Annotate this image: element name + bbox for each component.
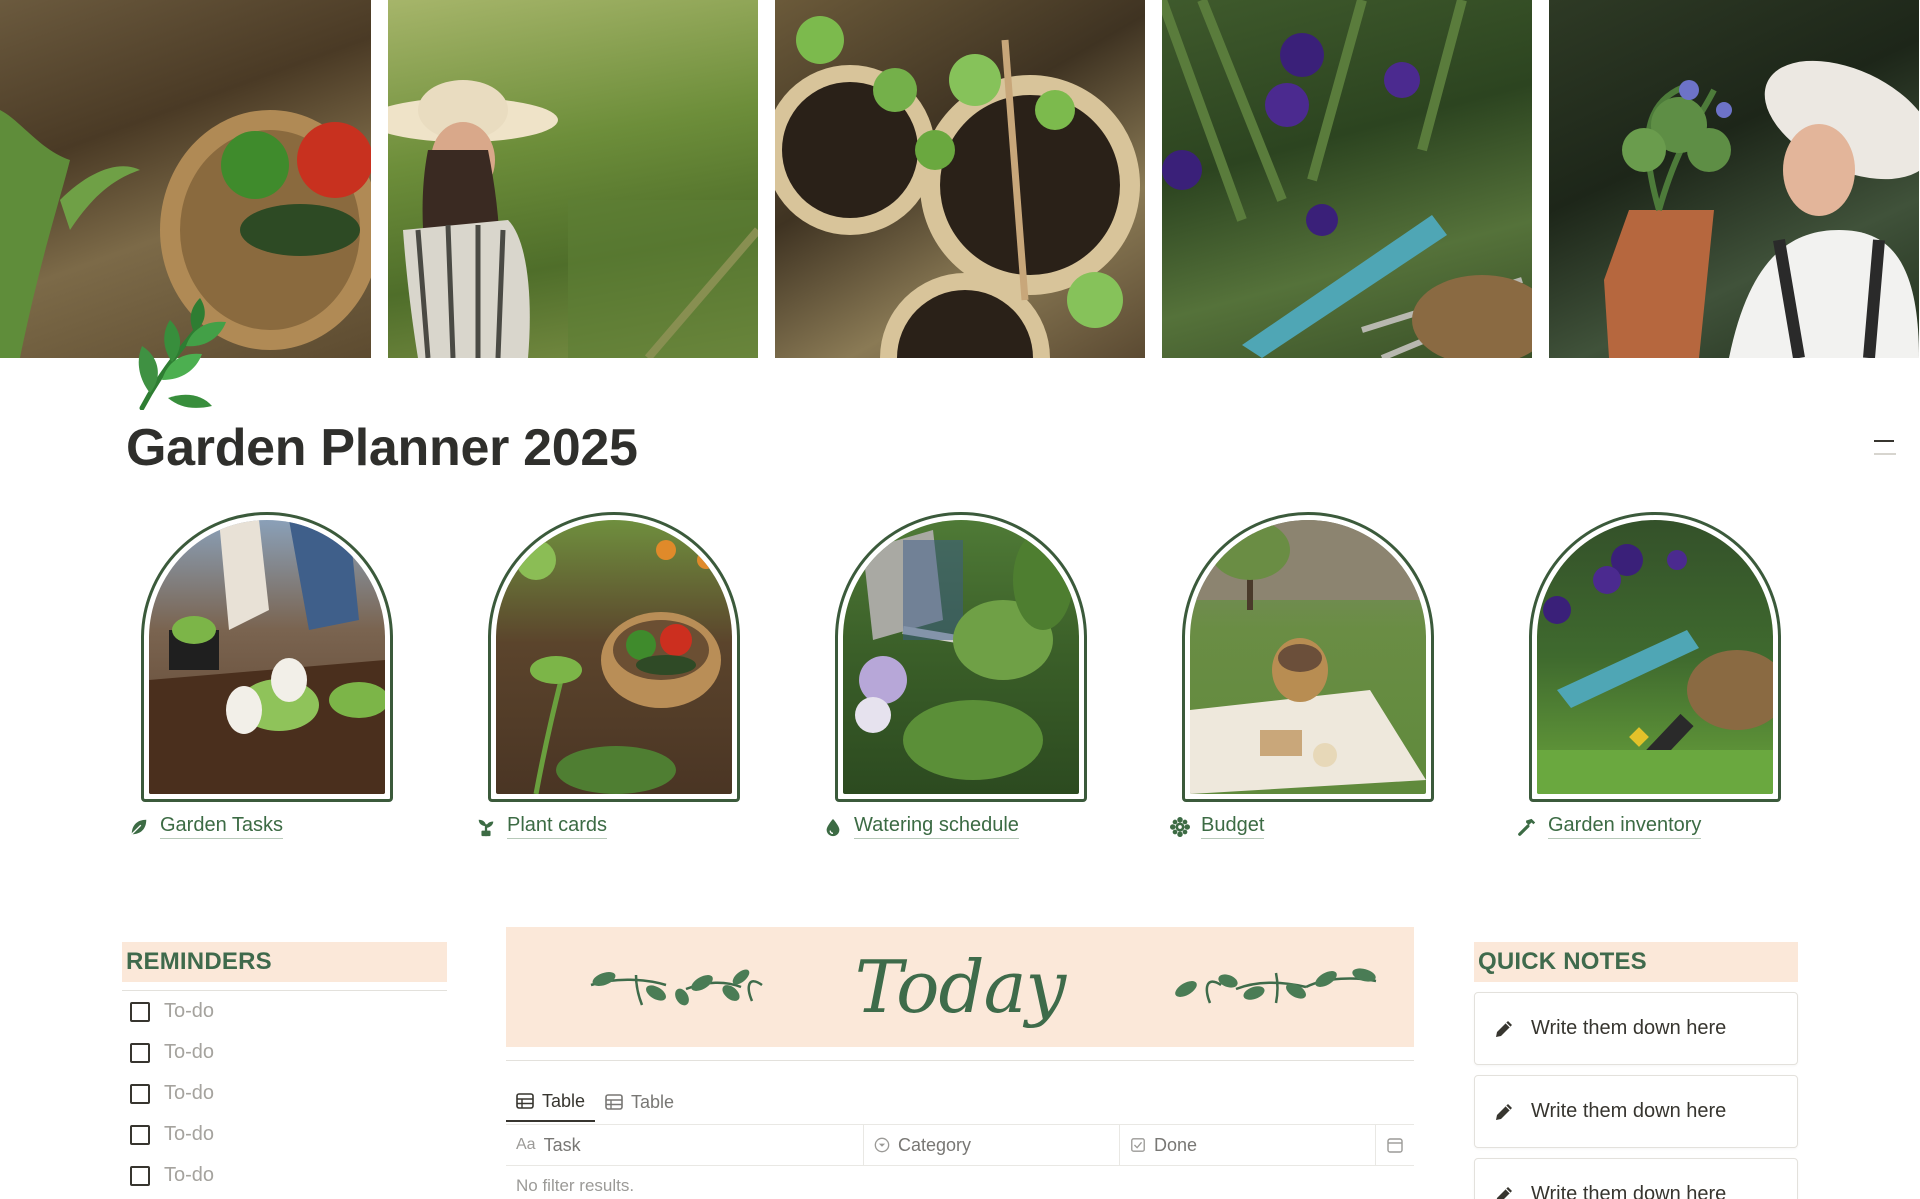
divider: [506, 1060, 1414, 1061]
gallery-card-label: Watering schedule: [854, 814, 1019, 839]
todo-text[interactable]: To-do: [164, 1000, 214, 1023]
note-card[interactable]: Write them down here: [1474, 992, 1798, 1065]
todo-item[interactable]: To-do: [122, 1114, 447, 1155]
trowel-pansies-photo: [1537, 520, 1773, 794]
water-drop-icon: [822, 816, 844, 838]
seedling-pots-photo: [775, 0, 1145, 358]
todo-text[interactable]: To-do: [164, 1164, 214, 1187]
watering-can-photo: [843, 520, 1079, 794]
todo-checkbox[interactable]: [130, 1083, 150, 1104]
today-banner[interactable]: Today: [506, 927, 1414, 1047]
gallery-card-garden-tasks[interactable]: Garden Tasks: [128, 512, 408, 839]
gallery-card-plant-cards[interactable]: Plant cards: [475, 512, 755, 839]
gallery-card-label: Budget: [1201, 814, 1265, 839]
budget-link[interactable]: Budget: [1169, 814, 1265, 839]
toc-line: [1874, 453, 1896, 455]
pencil-icon: [1496, 1103, 1512, 1120]
tab-label: Table: [631, 1091, 675, 1112]
todo-checkbox[interactable]: [130, 1042, 150, 1063]
select-icon: [874, 1137, 890, 1153]
picnic-lawn-photo: [1190, 520, 1426, 794]
pencil-icon: [1496, 1020, 1512, 1037]
woman-holding-plant-photo: [1549, 0, 1919, 358]
todo-checkbox[interactable]: [130, 1165, 150, 1186]
note-text: Write them down here: [1531, 1183, 1727, 1199]
planting-seedlings-photo: [149, 520, 385, 794]
todo-item[interactable]: To-do: [122, 1032, 447, 1073]
navigation-gallery: Garden Tasks Plant cards Watering schedu…: [128, 512, 1781, 852]
woman-in-garden-photo: [388, 0, 758, 358]
garden-inventory-link[interactable]: Garden inventory: [1516, 814, 1702, 839]
note-card[interactable]: Write them down here: [1474, 1158, 1798, 1199]
todo-checkbox[interactable]: [130, 1001, 150, 1022]
hammer-icon: [1516, 816, 1538, 838]
column-header-done[interactable]: Done: [1120, 1125, 1376, 1165]
garden-tasks-link[interactable]: Garden Tasks: [128, 814, 284, 839]
arch-frame[interactable]: [141, 512, 393, 802]
note-text: Write them down here: [1531, 1100, 1727, 1122]
cover-image[interactable]: [0, 0, 1920, 358]
gallery-card-label: Garden inventory: [1548, 814, 1702, 839]
leaf-sprig-icon[interactable]: [128, 298, 240, 411]
todo-item[interactable]: To-do: [122, 1155, 447, 1196]
table-icon: [605, 1094, 623, 1110]
gallery-card-budget[interactable]: Budget: [1169, 512, 1449, 839]
arch-frame[interactable]: [835, 512, 1087, 802]
column-label: Done: [1154, 1134, 1198, 1155]
arch-frame[interactable]: [1529, 512, 1781, 802]
watering-schedule-link[interactable]: Watering schedule: [822, 814, 1019, 839]
add-property-button[interactable]: [1376, 1125, 1414, 1165]
vegetable-basket-photo: [496, 520, 732, 794]
leaf-icon: [128, 816, 150, 838]
sprout-icon: [475, 816, 497, 838]
todo-checkbox[interactable]: [130, 1124, 150, 1145]
note-card[interactable]: Write them down here: [1474, 1075, 1798, 1148]
todo-text[interactable]: To-do: [164, 1123, 214, 1146]
todo-text[interactable]: To-do: [164, 1082, 214, 1105]
database-view-tabs: Table Table: [506, 1082, 684, 1122]
arch-frame[interactable]: [488, 512, 740, 802]
table-header: Aa Task Category Done: [506, 1124, 1414, 1166]
table-icon: [516, 1093, 534, 1109]
reminders-heading[interactable]: REMINDERS: [122, 942, 447, 982]
column-header-category[interactable]: Category: [864, 1125, 1120, 1165]
today-heading: Today: [854, 945, 1066, 1029]
todo-item[interactable]: To-do: [122, 1073, 447, 1114]
gallery-card-label: Plant cards: [507, 814, 608, 839]
text-type-icon: Aa: [516, 1136, 536, 1153]
calendar-icon: [1387, 1138, 1403, 1153]
reminders-section: REMINDERS To-do To-do To-do To-do To-do: [122, 942, 447, 1196]
tab-table-1[interactable]: Table: [506, 1082, 596, 1122]
tab-label: Table: [542, 1090, 586, 1111]
plant-cards-link[interactable]: Plant cards: [475, 814, 608, 839]
tab-table-2[interactable]: Table: [595, 1082, 684, 1122]
todo-text[interactable]: To-do: [164, 1041, 214, 1064]
note-text: Write them down here: [1531, 1017, 1727, 1039]
checkbox-icon: [1131, 1138, 1145, 1152]
page-title[interactable]: Garden Planner 2025: [126, 418, 638, 478]
toc-line-active: [1874, 440, 1894, 442]
pencil-icon: [1496, 1186, 1512, 1199]
arch-frame[interactable]: [1182, 512, 1434, 802]
gallery-card-garden-inventory[interactable]: Garden inventory: [1516, 512, 1796, 839]
gallery-card-watering-schedule[interactable]: Watering schedule: [822, 512, 1102, 839]
table-of-contents-marker[interactable]: [1874, 440, 1896, 466]
todo-item[interactable]: To-do: [122, 991, 447, 1032]
column-header-task[interactable]: Aa Task: [506, 1125, 864, 1165]
gear-flower-icon: [1169, 816, 1191, 838]
empty-state-text: No filter results.: [516, 1176, 635, 1195]
pansies-trowel-photo: [1162, 0, 1532, 358]
gallery-card-label: Garden Tasks: [160, 814, 284, 839]
quick-notes-section: QUICK NOTES Write them down here Write t…: [1474, 942, 1798, 1199]
quick-notes-heading[interactable]: QUICK NOTES: [1474, 942, 1798, 982]
column-label: Category: [898, 1134, 972, 1155]
column-label: Task: [543, 1134, 581, 1155]
